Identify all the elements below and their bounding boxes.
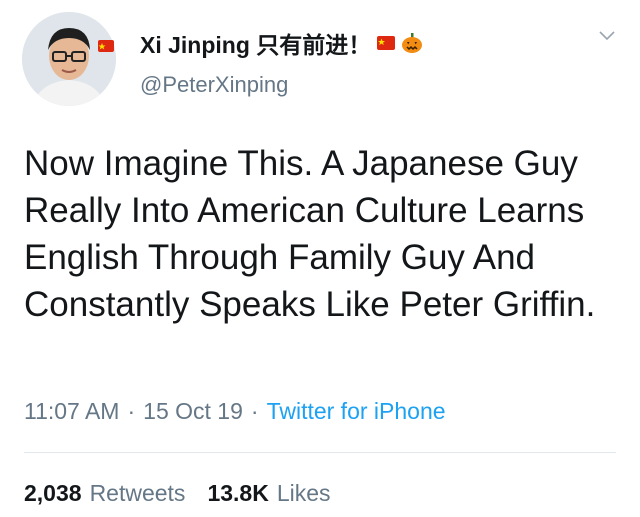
user-handle[interactable]: @PeterXinping	[140, 72, 288, 98]
likes-stat[interactable]: 13.8K Likes	[207, 480, 330, 507]
likes-label: Likes	[276, 480, 331, 506]
tweet-stats: 2,038 Retweets 13.8K Likes	[24, 480, 331, 507]
name-row: Xi Jinping 只有前进！	[140, 26, 423, 60]
retweets-label: Retweets	[89, 480, 186, 506]
tweet-time[interactable]: 11:07 AM	[24, 398, 119, 425]
meta-separator: ·	[127, 398, 136, 424]
likes-count: 13.8K	[207, 480, 269, 506]
flag-badge-icon	[98, 40, 114, 52]
pumpkin-icon	[401, 32, 423, 54]
avatar-photo-icon	[22, 12, 116, 106]
avatar[interactable]	[22, 12, 116, 106]
flag-china-icon	[377, 36, 396, 50]
retweets-stat[interactable]: 2,038 Retweets	[24, 480, 185, 507]
divider	[24, 452, 616, 453]
tweet-source-link[interactable]: Twitter for iPhone	[267, 398, 446, 425]
tweet-date[interactable]: 15 Oct 19	[143, 398, 243, 425]
chevron-down-icon[interactable]	[597, 25, 617, 45]
meta-separator: ·	[250, 398, 259, 424]
tweet-text: Now Imagine This. A Japanese Guy Really …	[24, 144, 596, 324]
retweets-count: 2,038	[24, 480, 82, 506]
tweet-meta: 11:07 AM · 15 Oct 19 · Twitter for iPhon…	[24, 398, 446, 425]
display-name[interactable]: Xi Jinping 只有前进！	[140, 26, 371, 60]
